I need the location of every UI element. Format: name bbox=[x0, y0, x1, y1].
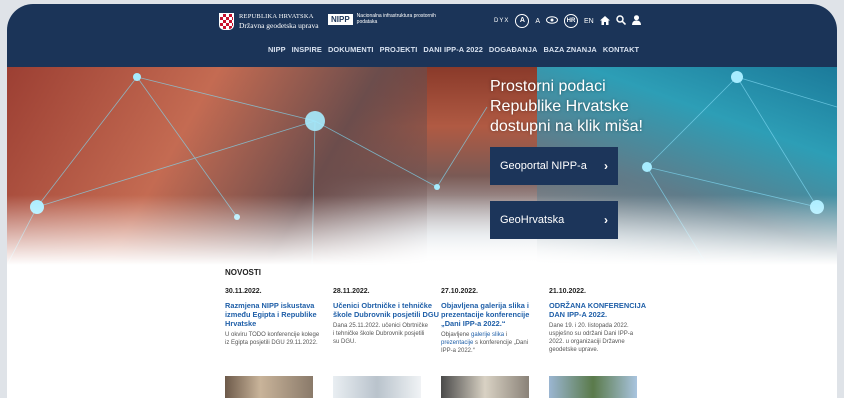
browser-frame: REPUBLIKA HRVATSKA Državna geodetska upr… bbox=[7, 4, 837, 398]
news-item: 30.11.2022. Razmjena NIPP iskustava izme… bbox=[225, 288, 333, 355]
accessibility-bar: DYX A A HR EN bbox=[494, 14, 641, 28]
news-list: 30.11.2022. Razmjena NIPP iskustava izme… bbox=[225, 288, 657, 355]
excerpt-text: Objavljene bbox=[441, 332, 472, 338]
news-thumbnail[interactable] bbox=[441, 376, 529, 398]
news-item: 28.11.2022. Učenici Obrtničke i tehničke… bbox=[333, 288, 441, 355]
news-excerpt: Dane 19. i 20. listopada 2022. uspješno … bbox=[549, 323, 634, 353]
news-thumbnail[interactable] bbox=[549, 376, 637, 398]
chevron-right-icon: › bbox=[604, 159, 608, 173]
nav-item-baza-znanja[interactable]: BAZA ZNANJA bbox=[543, 45, 596, 54]
nipp-logo: NIPP bbox=[328, 13, 353, 25]
gallery-link[interactable]: galerije slika bbox=[471, 332, 504, 338]
geohrvatska-button-label: GeoHrvatska bbox=[500, 214, 565, 226]
news-section: NOVOSTI bbox=[225, 268, 261, 277]
search-icon[interactable] bbox=[616, 15, 626, 27]
chevron-right-icon: › bbox=[604, 213, 608, 227]
main-nav: NIPP INSPIRE DOKUMENTI PROJEKTI DANI IPP… bbox=[268, 45, 639, 54]
contrast-a-button[interactable]: A bbox=[515, 14, 530, 28]
news-date: 21.10.2022. bbox=[549, 288, 586, 295]
news-excerpt: U okviru TODO konferencije kolege iz Egi… bbox=[225, 332, 320, 346]
dgu-logo[interactable]: REPUBLIKA HRVATSKA Državna geodetska upr… bbox=[219, 13, 319, 30]
news-excerpt: Objavljene galerije slika i prezentacije… bbox=[441, 331, 537, 355]
excerpt-text: i bbox=[504, 332, 508, 338]
eye-icon[interactable] bbox=[546, 16, 559, 26]
nav-item-dokumenti[interactable]: DOKUMENTI bbox=[328, 45, 374, 54]
dyslexia-toggle[interactable]: DYX bbox=[494, 18, 509, 24]
news-title-link[interactable]: ODRŽANA KONFERENCIJA DAN IPP-A 2022. bbox=[549, 301, 657, 319]
brand-line1: REPUBLIKA HRVATSKA bbox=[239, 13, 314, 20]
news-heading: NOVOSTI bbox=[225, 268, 262, 277]
news-title-link[interactable]: Učenici Obrtničke i tehničke škole Dubro… bbox=[333, 301, 441, 319]
nav-item-projekti[interactable]: PROJEKTI bbox=[380, 45, 418, 54]
news-title-link[interactable]: Objavljena galerija slika i prezentacije… bbox=[441, 301, 549, 328]
nav-item-inspire[interactable]: INSPIRE bbox=[292, 45, 322, 54]
news-thumbnail[interactable] bbox=[225, 376, 313, 398]
nav-item-dogadanja[interactable]: DOGAĐANJA bbox=[489, 45, 538, 54]
presentations-link[interactable]: prezentacije bbox=[441, 340, 473, 346]
croatian-coat-of-arms-icon bbox=[219, 13, 234, 30]
lang-hr-button[interactable]: HR bbox=[564, 14, 579, 28]
user-icon[interactable] bbox=[631, 15, 641, 27]
news-excerpt: Dana 25.11.2022. učenici Obrtničke i teh… bbox=[333, 323, 428, 345]
hero-headline: Prostorni podaci Republike Hrvatske dost… bbox=[490, 78, 643, 135]
nav-item-dani-ipp[interactable]: DANI IPP-A 2022 bbox=[423, 45, 483, 54]
news-date: 30.11.2022. bbox=[225, 288, 262, 295]
nav-item-nipp[interactable]: NIPP bbox=[268, 45, 286, 54]
nipp-logo-link[interactable]: NIPP Nacionalna infrastruktura prostorni… bbox=[328, 13, 437, 25]
lang-en-button[interactable]: EN bbox=[584, 18, 594, 25]
news-thumbnail[interactable] bbox=[333, 376, 421, 398]
hero-banner: Prostorni podaci Republike Hrvatske dost… bbox=[7, 67, 837, 265]
brand-line2: Državna geodetska uprava bbox=[239, 21, 319, 30]
top-header: REPUBLIKA HRVATSKA Državna geodetska upr… bbox=[7, 4, 837, 67]
news-title-link[interactable]: Razmjena NIPP iskustava između Egipta i … bbox=[225, 301, 333, 328]
news-date: 28.11.2022. bbox=[333, 288, 370, 295]
news-item: 27.10.2022. Objavljena galerija slika i … bbox=[441, 288, 549, 355]
hero-fade bbox=[7, 195, 837, 265]
geoportal-button[interactable]: Geoportal NIPP-a › bbox=[490, 147, 618, 185]
news-date: 27.10.2022. bbox=[441, 288, 478, 295]
news-item: 21.10.2022. ODRŽANA KONFERENCIJA DAN IPP… bbox=[549, 288, 657, 355]
nav-item-kontakt[interactable]: KONTAKT bbox=[603, 45, 639, 54]
geohrvatska-button[interactable]: GeoHrvatska › bbox=[490, 201, 618, 239]
nipp-subtitle: Nacionalna infrastruktura prostornih pod… bbox=[356, 13, 436, 25]
home-icon[interactable] bbox=[599, 15, 610, 27]
geoportal-button-label: Geoportal NIPP-a bbox=[500, 160, 587, 172]
font-size-button[interactable]: A bbox=[535, 18, 540, 25]
